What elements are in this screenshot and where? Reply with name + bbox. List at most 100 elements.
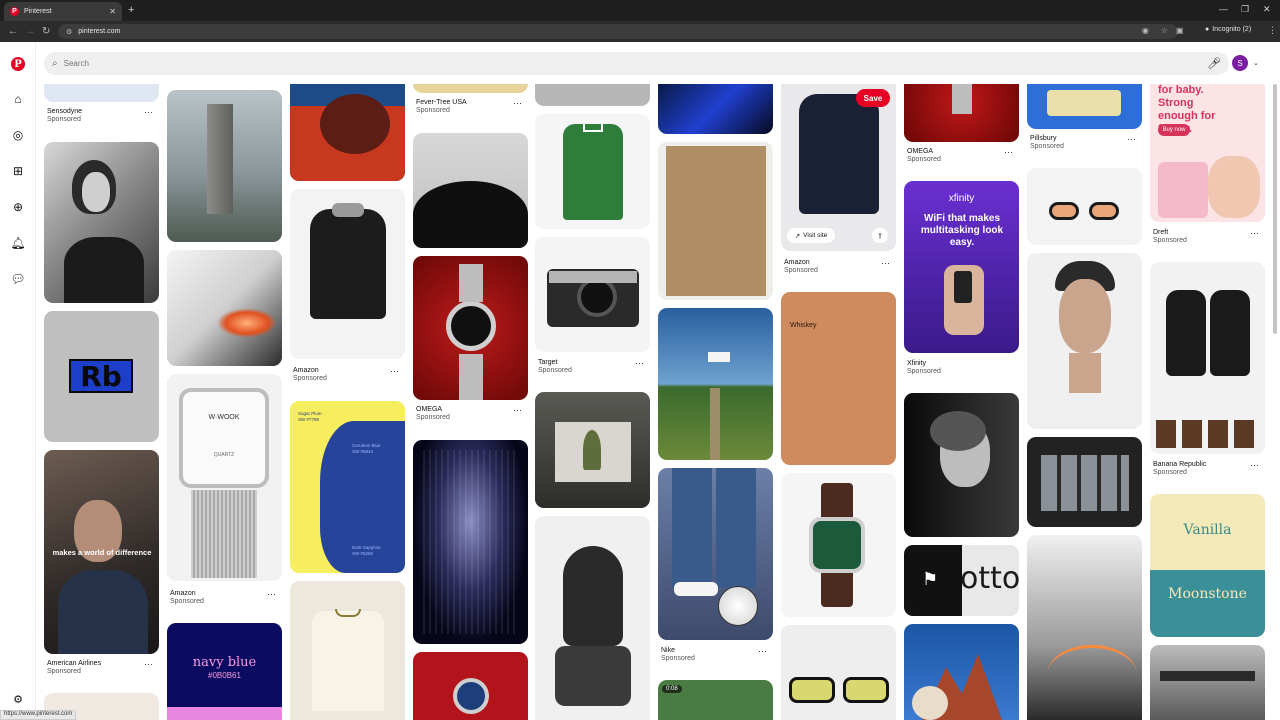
- pin-brand[interactable]: OMEGA: [907, 148, 941, 156]
- pin-brand[interactable]: Target: [538, 359, 572, 367]
- pin-brand[interactable]: Pillsbury: [1030, 135, 1064, 143]
- share-icon[interactable]: ⇪: [872, 228, 888, 243]
- pin-image[interactable]: for baby. Strong enough for family. Buy …: [1150, 84, 1265, 222]
- pin-image[interactable]: [1027, 437, 1142, 527]
- tab-close-icon[interactable]: ✕: [109, 7, 116, 16]
- pin-image[interactable]: makes a world of difference: [44, 450, 159, 654]
- explore-icon[interactable]: ◎: [9, 126, 27, 144]
- pin-brand[interactable]: Fever-Tree USA: [416, 99, 467, 107]
- pin-brand[interactable]: Sensodyne: [47, 108, 82, 116]
- pin-image[interactable]: xfinity WiFi that makes multitasking loo…: [904, 181, 1019, 353]
- eye-off-icon[interactable]: ◉: [1142, 26, 1149, 35]
- chevron-down-icon[interactable]: ⌄: [1253, 59, 1259, 67]
- site-info-icon[interactable]: ⚙: [66, 28, 72, 36]
- pin-image[interactable]: [413, 652, 528, 720]
- pin-brand[interactable]: Amazon: [170, 590, 204, 598]
- more-options-icon[interactable]: ···: [1127, 134, 1136, 144]
- pin-image[interactable]: [44, 142, 159, 303]
- pin-brand[interactable]: Dreft: [1153, 229, 1187, 237]
- pin-image[interactable]: Rb: [44, 311, 159, 442]
- more-options-icon[interactable]: ···: [1250, 460, 1259, 470]
- pin-image[interactable]: [44, 84, 159, 102]
- pin-image[interactable]: [781, 625, 896, 720]
- more-options-icon[interactable]: ···: [635, 358, 644, 368]
- pin-image[interactable]: [1150, 645, 1265, 720]
- pin-image[interactable]: [290, 189, 405, 359]
- pin-image[interactable]: [1027, 253, 1142, 429]
- pin-brand[interactable]: Amazon: [293, 367, 327, 375]
- pin-image[interactable]: [167, 90, 282, 242]
- pin-image[interactable]: [290, 84, 405, 181]
- settings-icon[interactable]: ⚙: [9, 690, 27, 708]
- new-tab-icon[interactable]: +: [128, 4, 134, 16]
- messages-icon[interactable]: 💬︎: [9, 270, 27, 288]
- more-options-icon[interactable]: ···: [1250, 228, 1259, 238]
- pin-image[interactable]: [904, 393, 1019, 537]
- pin-image[interactable]: [535, 392, 650, 508]
- pin-image[interactable]: Whiskey: [781, 292, 896, 465]
- pin-brand[interactable]: American Airlines: [47, 660, 101, 668]
- pin-image[interactable]: [535, 516, 650, 720]
- pin-image[interactable]: 0:08: [658, 680, 773, 720]
- page-scrollbar[interactable]: [1273, 84, 1277, 334]
- pin-image[interactable]: [781, 84, 896, 251]
- pin-image[interactable]: [1027, 535, 1142, 720]
- pin-image[interactable]: [658, 142, 773, 300]
- pin-image[interactable]: [781, 473, 896, 617]
- pin-image[interactable]: [658, 468, 773, 640]
- forward-icon[interactable]: →: [25, 26, 35, 37]
- visit-site-button[interactable]: ↗ Visit site: [787, 228, 835, 243]
- search-input[interactable]: Search: [64, 59, 89, 68]
- pin-brand[interactable]: Banana Republic: [1153, 461, 1206, 469]
- pin-image[interactable]: [413, 440, 528, 644]
- more-options-icon[interactable]: ···: [144, 659, 153, 669]
- pin-image[interactable]: navy blue #0B0B61: [167, 623, 282, 720]
- pin-image[interactable]: [535, 114, 650, 229]
- browser-menu-icon[interactable]: ⋮: [1268, 25, 1277, 36]
- pinterest-logo[interactable]: P: [9, 55, 27, 73]
- more-options-icon[interactable]: ···: [1004, 147, 1013, 157]
- pin-image[interactable]: [413, 133, 528, 248]
- more-options-icon[interactable]: ···: [144, 107, 153, 117]
- pin-image[interactable]: Vanilla Moonstone: [1150, 494, 1265, 637]
- more-options-icon[interactable]: ···: [390, 366, 399, 376]
- home-icon[interactable]: ⌂: [9, 90, 27, 108]
- pin-image[interactable]: [290, 581, 405, 720]
- pin-image[interactable]: [1027, 84, 1142, 129]
- omnibox[interactable]: ⚙ pinterest.com ◉ ☆: [58, 24, 1178, 39]
- pin-image[interactable]: [167, 250, 282, 366]
- more-options-icon[interactable]: ···: [881, 258, 890, 268]
- window-close-icon[interactable]: ✕: [1263, 4, 1271, 15]
- reload-icon[interactable]: ↻: [42, 26, 50, 37]
- restore-icon[interactable]: ❐: [1241, 4, 1249, 15]
- bookmark-star-icon[interactable]: ☆: [1161, 26, 1168, 35]
- boards-icon[interactable]: ⊞: [9, 162, 27, 180]
- avatar[interactable]: S: [1232, 55, 1248, 71]
- pin-image[interactable]: [904, 624, 1019, 720]
- pin-image[interactable]: [1150, 262, 1265, 454]
- pin-image[interactable]: [413, 256, 528, 400]
- pin-image[interactable]: [1027, 168, 1142, 245]
- pin-image[interactable]: [413, 84, 528, 93]
- notifications-icon[interactable]: 🔔︎: [9, 234, 27, 252]
- pin-image[interactable]: [904, 84, 1019, 142]
- pin-image[interactable]: [535, 84, 650, 106]
- more-options-icon[interactable]: ···: [267, 589, 276, 599]
- back-icon[interactable]: ←: [8, 26, 18, 37]
- search-bar[interactable]: ⌕ Search: [44, 52, 1229, 75]
- pin-image[interactable]: W·WOOK QUARTZ: [167, 374, 282, 581]
- more-options-icon[interactable]: ···: [758, 646, 767, 656]
- microphone-icon[interactable]: 🎤︎: [1207, 57, 1221, 70]
- save-button[interactable]: Save: [856, 89, 890, 107]
- minimize-icon[interactable]: —: [1219, 4, 1228, 14]
- pin-brand[interactable]: Xfinity: [907, 360, 941, 368]
- pin-image[interactable]: Sugar Plum SW #7798 Cerulean Blue SW #68…: [290, 401, 405, 573]
- incognito-indicator[interactable]: ● Incognito (2): [1205, 26, 1251, 33]
- pin-brand[interactable]: Amazon: [784, 259, 818, 267]
- browser-tab[interactable]: P Pinterest ✕: [4, 2, 122, 21]
- pin-image[interactable]: [658, 308, 773, 460]
- more-options-icon[interactable]: ···: [513, 405, 522, 415]
- create-icon[interactable]: ⊕: [9, 198, 27, 216]
- pin-image[interactable]: ⚑ otto: [904, 545, 1019, 616]
- buy-now-button[interactable]: Buy now: [1158, 124, 1190, 136]
